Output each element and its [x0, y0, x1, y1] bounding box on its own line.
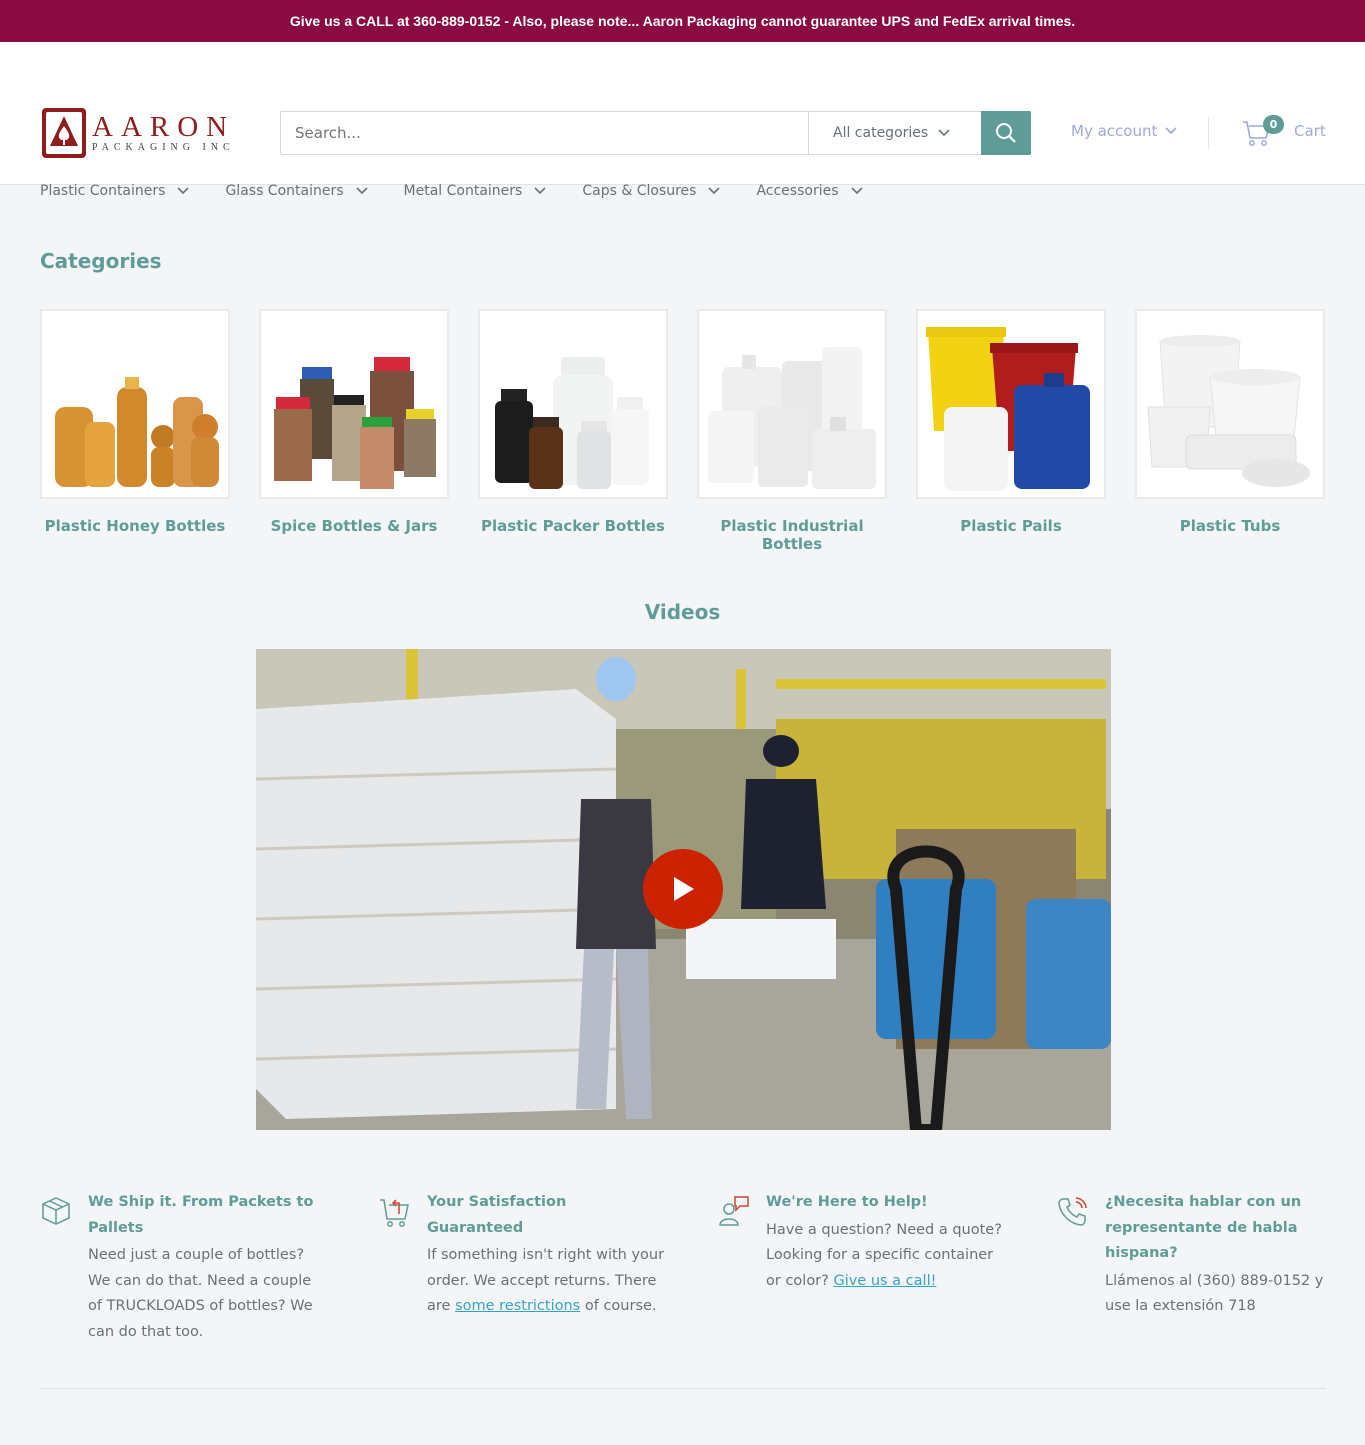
cart-label: Cart — [1294, 122, 1326, 140]
search-input[interactable] — [281, 112, 808, 154]
feature-satisfaction: Your Satisfaction Guaranteed If somethin… — [379, 1190, 718, 1346]
category-label[interactable]: Plastic Tubs — [1135, 517, 1325, 535]
category-card-plastic-tubs[interactable]: Plastic Tubs — [1135, 309, 1325, 553]
category-select-label: All categories — [833, 125, 929, 141]
category-card-plastic-pails[interactable]: Plastic Pails — [916, 309, 1106, 553]
header-divider — [1208, 117, 1209, 149]
category-label[interactable]: Plastic Packer Bottles — [478, 517, 668, 535]
my-account-menu[interactable]: My account — [1071, 122, 1177, 140]
announcement-bar: Give us a CALL at 360-889-0152 - Also, p… — [0, 0, 1365, 42]
support-agent-icon — [718, 1190, 766, 1346]
main-nav: Plastic Containers Glass Containers Meta… — [40, 183, 899, 199]
chevron-down-icon — [177, 187, 190, 195]
feature-row: We Ship it. From Packets to Pallets Need… — [40, 1190, 1365, 1346]
chevron-down-icon — [1165, 127, 1177, 135]
chevron-down-icon — [355, 187, 368, 195]
my-account-label: My account — [1071, 122, 1158, 140]
feature-text: Need just a couple of bottles? We can do… — [88, 1247, 313, 1341]
categories-heading: Categories — [40, 249, 162, 273]
videos-heading: Videos — [644, 600, 721, 624]
footer-divider — [40, 1388, 1326, 1389]
feature-text-end: of course. — [580, 1298, 657, 1315]
feature-help: We're Here to Help! Have a question? Nee… — [718, 1190, 1057, 1346]
category-grid: Plastic Honey Bottles Spice Bottles & Ja… — [40, 309, 1325, 553]
category-image[interactable] — [40, 309, 230, 499]
cart-count-badge: 0 — [1263, 115, 1284, 134]
category-card-industrial-bottles[interactable]: Plastic Industrial Bottles — [697, 309, 887, 553]
nav-label: Glass Containers — [225, 183, 344, 199]
feature-text: Llámenos al (360) 889-0152 y use la exte… — [1105, 1272, 1324, 1315]
nav-plastic-containers[interactable]: Plastic Containers — [40, 183, 190, 199]
feature-spanish: ¿Necesita hablar con un representante de… — [1057, 1190, 1365, 1346]
cart-icon: 0 — [1242, 114, 1284, 148]
chevron-down-icon — [534, 187, 546, 195]
category-image[interactable] — [697, 309, 887, 499]
category-image[interactable] — [478, 309, 668, 499]
nav-accessories[interactable]: Accessories — [756, 183, 863, 199]
nav-glass-containers[interactable]: Glass Containers — [225, 183, 368, 199]
play-button[interactable] — [643, 849, 723, 929]
search-icon — [996, 123, 1016, 143]
nav-label: Plastic Containers — [40, 183, 166, 199]
call-link[interactable]: Give us a call! — [833, 1273, 936, 1289]
category-card-honey-bottles[interactable]: Plastic Honey Bottles — [40, 309, 230, 553]
chevron-down-icon — [938, 129, 950, 137]
feature-shipping: We Ship it. From Packets to Pallets Need… — [40, 1190, 379, 1346]
category-card-packer-bottles[interactable]: Plastic Packer Bottles — [478, 309, 668, 553]
feature-text: If something isn't right with your order… — [427, 1243, 667, 1320]
logo[interactable]: AARON PACKAGING INC — [40, 104, 242, 162]
cart-return-icon — [379, 1190, 427, 1346]
restrictions-link[interactable]: some restrictions — [455, 1298, 580, 1314]
feature-text: Have a question? Need a quote? Looking f… — [766, 1218, 1006, 1295]
feature-title: We Ship it. From Packets to Pallets — [88, 1194, 314, 1236]
category-label[interactable]: Plastic Industrial Bottles — [697, 517, 887, 553]
chevron-down-icon — [708, 187, 721, 195]
nav-label: Accessories — [756, 183, 839, 199]
site-header: AARON PACKAGING INC All categories My ac… — [0, 42, 1365, 199]
feature-title: Your Satisfaction Guaranteed — [427, 1194, 567, 1236]
logo-name: AARON — [92, 111, 236, 143]
search-button[interactable] — [981, 111, 1031, 155]
nav-caps-closures[interactable]: Caps & Closures — [582, 183, 721, 199]
category-image[interactable] — [259, 309, 449, 499]
category-label[interactable]: Plastic Honey Bottles — [40, 517, 230, 535]
logo-subtitle: PACKAGING INC — [92, 142, 235, 153]
nav-label: Metal Containers — [403, 183, 523, 199]
video-player[interactable] — [256, 649, 1111, 1130]
category-label[interactable]: Spice Bottles & Jars — [259, 517, 449, 535]
category-image[interactable] — [1135, 309, 1325, 499]
category-label[interactable]: Plastic Pails — [916, 517, 1106, 535]
chevron-down-icon — [850, 187, 863, 195]
nav-metal-containers[interactable]: Metal Containers — [404, 183, 547, 199]
nav-label: Caps & Closures — [582, 183, 697, 199]
category-card-spice-bottles[interactable]: Spice Bottles & Jars — [259, 309, 449, 553]
cart-link[interactable]: 0 Cart — [1242, 114, 1326, 148]
feature-title: ¿Necesita hablar con un representante de… — [1105, 1194, 1302, 1261]
feature-title: We're Here to Help! — [766, 1194, 928, 1210]
box-icon — [40, 1190, 88, 1346]
logo-mark-icon — [40, 104, 88, 162]
search-bar: All categories — [280, 111, 1031, 155]
play-icon — [674, 877, 694, 901]
category-select[interactable]: All categories — [808, 112, 981, 154]
phone-ringing-icon — [1057, 1190, 1105, 1346]
category-image[interactable] — [916, 309, 1106, 499]
